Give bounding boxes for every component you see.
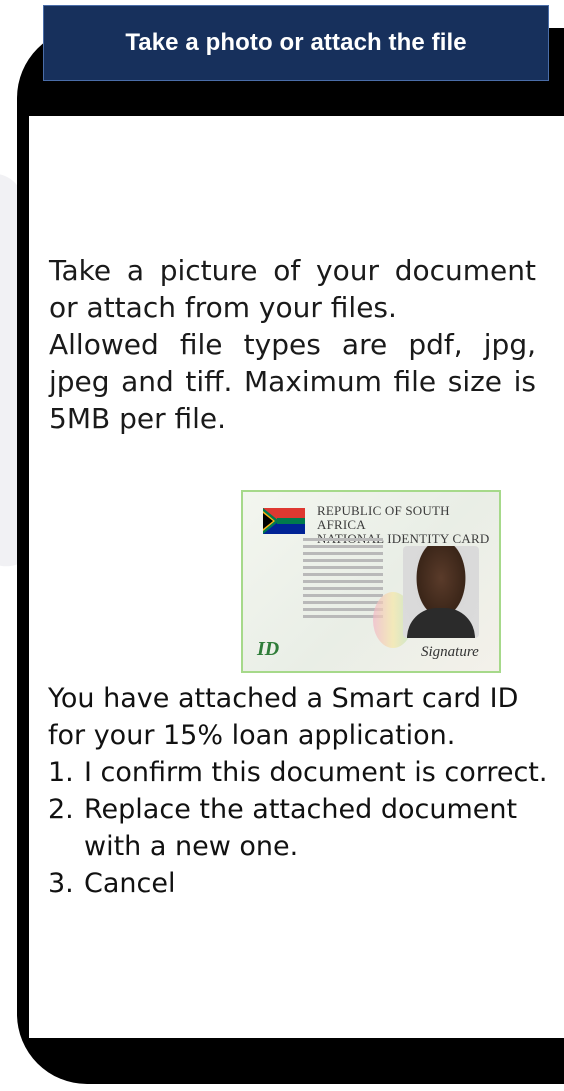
instructions: Take a picture of your document or attac… xyxy=(49,252,536,437)
id-signature: Signature xyxy=(421,644,479,660)
instructions-paragraph-2: Allowed file types are pdf, jpg, jpeg an… xyxy=(49,328,536,435)
south-africa-flag-icon xyxy=(263,508,305,534)
page: Take a photo or attach the file Take a p… xyxy=(0,0,564,1091)
options-list: 1. I confirm this document is correct. 2… xyxy=(48,754,548,902)
confirmation-message: You have attached a Smart card ID for yo… xyxy=(48,683,519,751)
option-number: 1. xyxy=(48,757,74,788)
id-card-image[interactable]: REPUBLIC OF SOUTH AFRICA NATIONAL IDENTI… xyxy=(241,490,501,673)
instructions-paragraph-1: Take a picture of your document or attac… xyxy=(49,254,536,324)
confirmation-block: You have attached a Smart card ID for yo… xyxy=(48,680,548,902)
option-replace[interactable]: 2. Replace the attached document with a … xyxy=(48,791,548,865)
option-label: Replace the attached document with a new… xyxy=(84,794,518,862)
option-cancel[interactable]: 3. Cancel xyxy=(48,865,548,902)
header-banner: Take a photo or attach the file xyxy=(43,5,549,81)
option-confirm[interactable]: 1. I confirm this document is correct. xyxy=(48,754,548,791)
id-card-details xyxy=(303,534,383,621)
header-title: Take a photo or attach the file xyxy=(125,29,467,56)
option-label: I confirm this document is correct. xyxy=(84,757,548,788)
id-logo: ID xyxy=(257,638,280,660)
option-label: Cancel xyxy=(84,868,176,899)
option-number: 3. xyxy=(48,868,74,899)
option-number: 2. xyxy=(48,794,74,825)
id-photo xyxy=(403,546,479,638)
id-card-title-line-1: REPUBLIC OF SOUTH AFRICA xyxy=(317,503,450,532)
